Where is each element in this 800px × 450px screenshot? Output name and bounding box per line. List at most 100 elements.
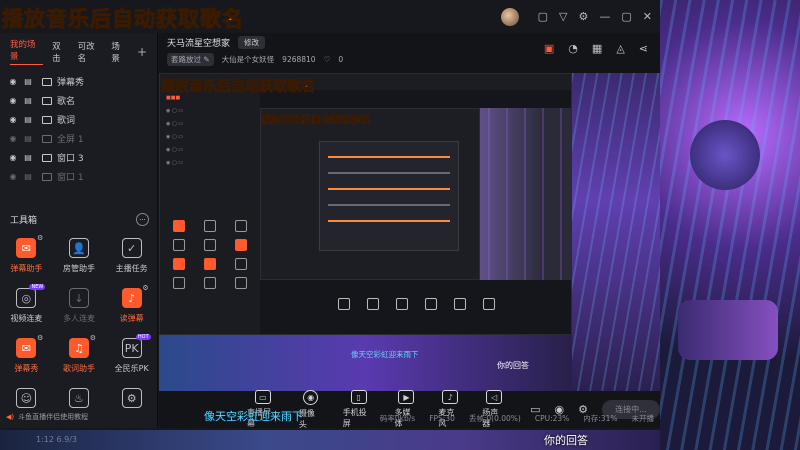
message-icon[interactable]: ▢ [538, 10, 548, 23]
source-item[interactable]: ◉ ▤ 歌词 [0, 110, 157, 129]
recursive-tunnel [480, 108, 571, 280]
lock-icon[interactable]: ▤ [23, 153, 33, 163]
badge: NEW [29, 284, 46, 290]
eye-icon[interactable]: ◉ [8, 153, 18, 163]
source-item[interactable]: ◉ ▤ 弹幕秀 [0, 72, 157, 91]
tutorial-link[interactable]: ◀) 斗鱼直播伴侣使用教程 [0, 406, 158, 428]
tool-label: 弹幕秀 [14, 364, 39, 373]
fps: FPS:30 [429, 413, 455, 423]
eye-icon[interactable]: ◉ [8, 96, 18, 106]
lock-icon[interactable]: ▤ [23, 172, 33, 182]
gift-icon[interactable]: ▣ [544, 42, 554, 55]
bell-icon[interactable]: ◬ [616, 42, 624, 55]
source-item[interactable]: ◉ ▤ 全屏 1 [0, 129, 157, 148]
lock-icon[interactable]: ▤ [23, 115, 33, 125]
tool-label: 视频连麦 [10, 314, 43, 323]
live-status: 未开播 [631, 413, 655, 423]
control-icon: ◁ [486, 390, 503, 404]
control-icon: ▯ [350, 390, 367, 404]
eye-icon[interactable]: ◉ [8, 77, 18, 87]
control-icon: ♪ [442, 390, 459, 404]
source-label: 全屏 1 [57, 135, 84, 145]
tool-label: 多人连麦 [62, 314, 95, 323]
maximize-icon[interactable]: ▢ [621, 10, 631, 23]
tool-icon: ♫ ⚙ [68, 334, 96, 358]
gear-icon[interactable]: ⚙ [142, 284, 148, 292]
song-title-overlay: 播放音乐后自动获取歌名 [2, 7, 244, 32]
tool-icon: ✓ [121, 238, 142, 258]
streamer-name: 大仙是个女妖怪 [221, 54, 275, 64]
layout-icon[interactable]: ▦ [592, 42, 602, 55]
source-item[interactable]: ◉ ▤ 窗口 3 [0, 148, 157, 167]
tab-double-click[interactable]: 双击 [52, 40, 69, 64]
gear-icon[interactable]: ⚙ [90, 334, 96, 342]
tool-item[interactable]: ↓ 多人连麦 [53, 288, 106, 324]
like-icon: ♡ [323, 54, 331, 64]
source-item[interactable]: ◉ ▤ 窗口 1 [0, 167, 157, 186]
live-companion-window: 播放音乐后自动获取歌名 ▢ ▽ ⚙ — ▢ ✕ 我的场景 双击 可改名 场景 +… [0, 0, 660, 430]
room-title: 天马流星空想家 [167, 38, 231, 49]
lock-icon[interactable]: ▤ [23, 77, 33, 87]
lock-icon[interactable]: ◔ [568, 42, 578, 55]
tool-item[interactable]: ✉ ⚙ 弹幕助手 [0, 234, 53, 274]
control-icon: ▭ [254, 390, 271, 404]
skin-icon[interactable]: ▽ [559, 10, 567, 23]
nested-preview: 播放音乐后自动获取歌名 [260, 90, 571, 334]
cpu-usage: CPU:23% [534, 413, 570, 423]
source-type-icon [42, 115, 52, 124]
source-label: 窗口 1 [57, 173, 84, 183]
tool-item[interactable]: 👤 房管助手 [53, 238, 106, 274]
tool-icon: ♪ ⚙ [121, 284, 149, 308]
tool-item[interactable]: ♫ ⚙ 歌词助手 [53, 334, 106, 374]
tool-item[interactable]: ♪ ⚙ 读弹幕 [105, 284, 158, 324]
nested-answer: 你的回答 [497, 361, 529, 370]
control-icon: ◉ [303, 389, 319, 405]
source-list: ◉ ▤ 弹幕秀 ◉ ▤ 歌名 ◉ ▤ 歌词 ◉ ▤ 全屏 1 ◉ ▤ 窗口 3 ◉ ▤ 窗口 1 [0, 72, 157, 186]
settings-icon[interactable]: ⚙ [579, 10, 589, 23]
close-icon[interactable]: ✕ [643, 10, 652, 23]
tool-item[interactable]: ✓ 主播任务 [105, 238, 158, 274]
gear-icon[interactable]: ⚙ [37, 334, 43, 342]
tab-scene[interactable]: 场景 [111, 40, 128, 64]
source-label: 歌词 [57, 116, 76, 126]
tool-icon: ☺ [16, 388, 37, 408]
tool-label: 歌词助手 [62, 364, 95, 373]
tool-label: 主播任务 [115, 264, 148, 273]
avatar[interactable] [500, 7, 519, 26]
tool-item[interactable]: ◎ NEW 视频连麦 [0, 284, 53, 324]
dropped-frames: 丢帧:0(0.00%) [468, 413, 521, 423]
nested-capture: 播放音乐后自动获取歌名 ■■■ ◉ ▢ ▭ ◉ ▢ ▭ ◉ ▢ ▭ ◉ ▢ ▭ … [159, 73, 572, 335]
minimize-icon[interactable]: — [599, 10, 610, 23]
edit-title-button[interactable]: 修改 [238, 35, 266, 49]
eye-icon[interactable]: ◉ [8, 115, 18, 125]
source-type-icon [42, 77, 52, 86]
source-item[interactable]: ◉ ▤ 歌名 [0, 91, 157, 110]
memory-usage: 内存:31% [583, 413, 618, 423]
eye-icon[interactable]: ◉ [8, 172, 18, 182]
preview-right-art [572, 73, 660, 391]
tool-item[interactable]: PK HOT 全民乐PK [105, 334, 158, 374]
stream-preview[interactable]: 播放音乐后自动获取歌名 ■■■ ◉ ▢ ▭ ◉ ▢ ▭ ◉ ▢ ▭ ◉ ▢ ▭ … [159, 73, 660, 391]
tab-my-scene[interactable]: 我的场景 [10, 38, 44, 65]
lock-icon[interactable]: ▤ [23, 134, 33, 144]
lyric-line: 像天空彩虹迎来雨下 [204, 410, 303, 423]
eye-icon[interactable]: ◉ [8, 134, 18, 144]
scene-tabs: 我的场景 双击 可改名 场景 + [0, 33, 157, 70]
speaker-icon: ◀) [6, 413, 15, 421]
add-scene-button[interactable]: + [137, 45, 147, 59]
category-tag[interactable]: 套路放过 ✎ [167, 52, 214, 66]
more-icon[interactable]: ··· [136, 213, 149, 226]
bitrate: 码率0kb/s [379, 413, 416, 423]
share-icon[interactable]: ⋖ [639, 42, 648, 55]
clock: 1:12 6.9/3 [36, 435, 78, 444]
nested-song-title: 播放音乐后自动获取歌名 [161, 79, 316, 96]
tool-icon: PK HOT [121, 334, 151, 358]
lock-icon[interactable]: ▤ [23, 96, 33, 106]
nested-lyric: 像天空彩虹迎来雨下 [351, 350, 419, 359]
tool-label: 读弹幕 [119, 314, 144, 323]
tool-icon: ♨ [68, 388, 89, 408]
gear-icon[interactable]: ⚙ [37, 234, 43, 242]
tool-item[interactable]: ✉ ⚙ 弹幕秀 [0, 334, 53, 374]
tab-rename[interactable]: 可改名 [78, 40, 103, 64]
tool-label: 房管助手 [62, 264, 95, 273]
